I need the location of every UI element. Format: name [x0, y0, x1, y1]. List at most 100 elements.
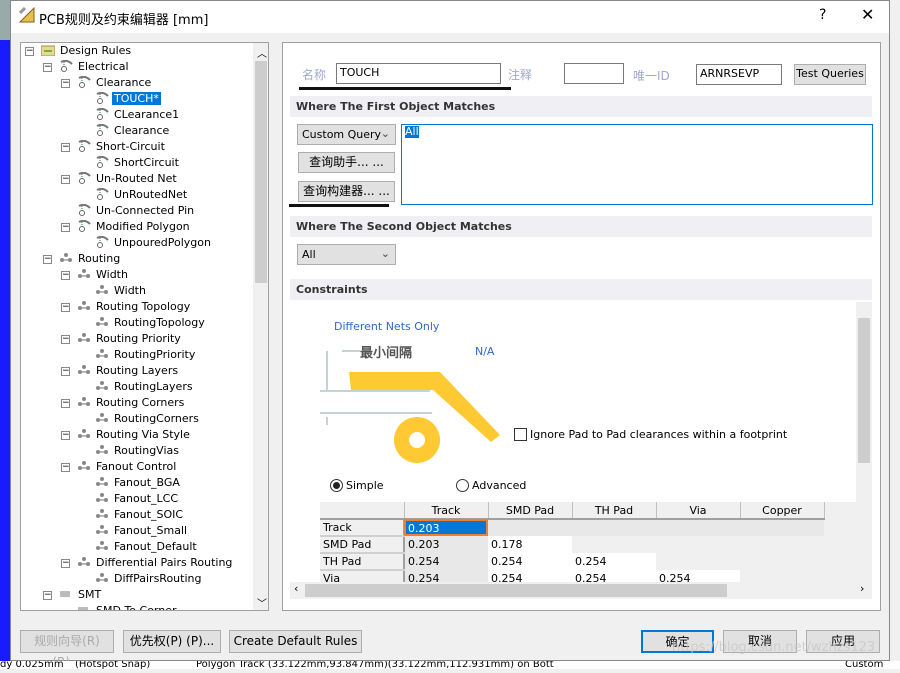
- help-button[interactable]: ?: [819, 7, 826, 23]
- tree-item[interactable]: SMD To Corner: [77, 603, 179, 610]
- tree-item[interactable]: CLearance1: [95, 107, 181, 123]
- collapse-icon[interactable]: −: [61, 399, 70, 408]
- tree-item[interactable]: DiffPairsRouting: [95, 571, 203, 587]
- collapse-icon[interactable]: −: [61, 335, 70, 344]
- collapse-icon[interactable]: −: [61, 223, 70, 232]
- collapse-icon[interactable]: −: [61, 367, 70, 376]
- scroll-left-icon[interactable]: ‹: [294, 582, 298, 595]
- tree-item[interactable]: Fanout_SOIC: [95, 507, 185, 523]
- tree-item[interactable]: RoutingCorners: [95, 411, 201, 427]
- name-input[interactable]: TOUCH: [336, 63, 501, 84]
- query-helper-button[interactable]: 查询助手... ...: [298, 152, 395, 173]
- matrix-cell[interactable]: 0.254: [404, 553, 488, 570]
- rule-wizard-button[interactable]: 规则向导(R) (R)...: [20, 630, 114, 669]
- tree-item[interactable]: RoutingTopology: [95, 315, 207, 331]
- query-textbox[interactable]: All: [401, 124, 873, 205]
- scroll-right-icon[interactable]: ›: [860, 582, 864, 595]
- matrix-cell[interactable]: 0.254: [488, 553, 572, 570]
- tree-item[interactable]: − Design Rules: [25, 43, 133, 59]
- tree-item[interactable]: − Routing Via Style: [61, 427, 192, 443]
- net-scope-link[interactable]: Different Nets Only: [334, 320, 439, 333]
- tree-item[interactable]: RoutingLayers: [95, 379, 195, 395]
- tree-item[interactable]: UnRoutedNet: [95, 187, 189, 203]
- matrix-cell[interactable]: 0.254: [488, 570, 572, 582]
- tree-item[interactable]: − Differential Pairs Routing: [61, 555, 234, 571]
- close-button[interactable]: ✕: [861, 5, 874, 24]
- matrix-cell[interactable]: 0.254: [656, 570, 740, 582]
- query-builder-button[interactable]: 查询构建器... ...: [298, 181, 395, 202]
- tree-item[interactable]: ShortCircuit: [95, 155, 181, 171]
- tree-item[interactable]: Un-Connected Pin: [77, 203, 196, 219]
- tree-item[interactable]: − SMT: [43, 587, 103, 603]
- column-header: Via: [656, 502, 741, 520]
- title-bar: PCB规则及约束编辑器 [mm] ? ✕: [11, 1, 889, 33]
- collapse-icon[interactable]: −: [61, 175, 70, 184]
- tree-item[interactable]: Fanout_Small: [95, 523, 189, 539]
- scroll-thumb[interactable]: [305, 584, 727, 597]
- tree-item[interactable]: Fanout_Default: [95, 539, 199, 555]
- tree-item[interactable]: − Fanout Control: [61, 459, 178, 475]
- tree-item[interactable]: − Routing: [43, 251, 122, 267]
- tree-item[interactable]: TOUCH*: [95, 91, 161, 107]
- collapse-icon[interactable]: −: [61, 271, 70, 280]
- matrix-cell[interactable]: 0.203: [404, 519, 488, 536]
- test-queries-button[interactable]: Test Queries: [794, 64, 866, 85]
- collapse-icon[interactable]: −: [25, 47, 34, 56]
- tree-item[interactable]: − Width: [61, 267, 130, 283]
- matrix-cell[interactable]: 0.254: [572, 553, 656, 570]
- collapse-icon[interactable]: −: [61, 303, 70, 312]
- collapse-icon[interactable]: −: [43, 255, 52, 264]
- advanced-radio[interactable]: [456, 479, 469, 492]
- constraints-vscrollbar[interactable]: [856, 302, 872, 582]
- second-query-combo[interactable]: All ⌄: [297, 244, 396, 265]
- matrix-cell[interactable]: 0.254: [572, 570, 656, 582]
- matrix-cell[interactable]: 0.254: [404, 570, 488, 582]
- tree-item[interactable]: − Routing Priority: [61, 331, 183, 347]
- simple-radio[interactable]: [330, 479, 343, 492]
- smt-icon: [77, 604, 91, 610]
- tree-item[interactable]: Width: [95, 283, 148, 299]
- matrix-cell[interactable]: 0.203: [404, 536, 488, 553]
- tree-item[interactable]: Fanout_BGA: [95, 475, 182, 491]
- clearance-diagram: [320, 350, 500, 463]
- collapse-icon[interactable]: −: [61, 143, 70, 152]
- tree-item[interactable]: RoutingVias: [95, 443, 181, 459]
- create-default-rules-button[interactable]: Create Default Rules: [229, 630, 362, 653]
- ignore-pad-checkbox[interactable]: [514, 428, 527, 441]
- routing-icon: [95, 508, 109, 520]
- rules-tree[interactable]: − Design Rules − Electrical − Clearance TOUCH*…: [20, 42, 269, 611]
- collapse-icon[interactable]: −: [61, 463, 70, 472]
- column-header: Track: [404, 502, 489, 520]
- collapse-icon[interactable]: −: [61, 79, 70, 88]
- tree-item[interactable]: UnpouredPolygon: [95, 235, 213, 251]
- scroll-thumb[interactable]: [858, 318, 870, 463]
- collapse-icon[interactable]: −: [43, 591, 52, 600]
- tree-item[interactable]: − Short-Circuit: [61, 139, 167, 155]
- uid-input[interactable]: ARNRSEVP: [696, 64, 782, 85]
- matrix-cell[interactable]: 0.178: [488, 536, 572, 553]
- comment-input[interactable]: [564, 63, 624, 84]
- tree-item[interactable]: − Routing Corners: [61, 395, 186, 411]
- chevron-down-icon: ⌄: [380, 247, 390, 260]
- advanced-label: Advanced: [472, 479, 527, 492]
- background-app-top: [0, 0, 10, 40]
- tree-item-label: RoutingVias: [114, 444, 179, 457]
- collapse-icon[interactable]: −: [61, 431, 70, 440]
- tree-item[interactable]: Fanout_LCC: [95, 491, 180, 507]
- tree-item[interactable]: Clearance: [95, 123, 171, 139]
- scroll-down-icon[interactable]: ﹀: [257, 595, 267, 610]
- scroll-up-icon[interactable]: ︿: [257, 45, 267, 60]
- collapse-icon[interactable]: −: [61, 559, 70, 568]
- tree-item[interactable]: − Modified Polygon: [61, 219, 192, 235]
- tree-item[interactable]: − Un-Routed Net: [61, 171, 179, 187]
- tree-item[interactable]: RoutingPriority: [95, 347, 197, 363]
- constraints-hscrollbar[interactable]: ‹ ›: [290, 582, 872, 599]
- first-query-combo[interactable]: Custom Query ⌄: [297, 124, 396, 145]
- tree-item[interactable]: − Routing Layers: [61, 363, 180, 379]
- tree-item[interactable]: − Routing Topology: [61, 299, 192, 315]
- tree-item[interactable]: − Electrical: [43, 59, 131, 75]
- tree-item[interactable]: − Clearance: [61, 75, 153, 91]
- priority-button[interactable]: 优先权(P) (P)...: [123, 630, 221, 653]
- collapse-icon[interactable]: −: [43, 63, 52, 72]
- tree-scroll-thumb[interactable]: [255, 61, 267, 283]
